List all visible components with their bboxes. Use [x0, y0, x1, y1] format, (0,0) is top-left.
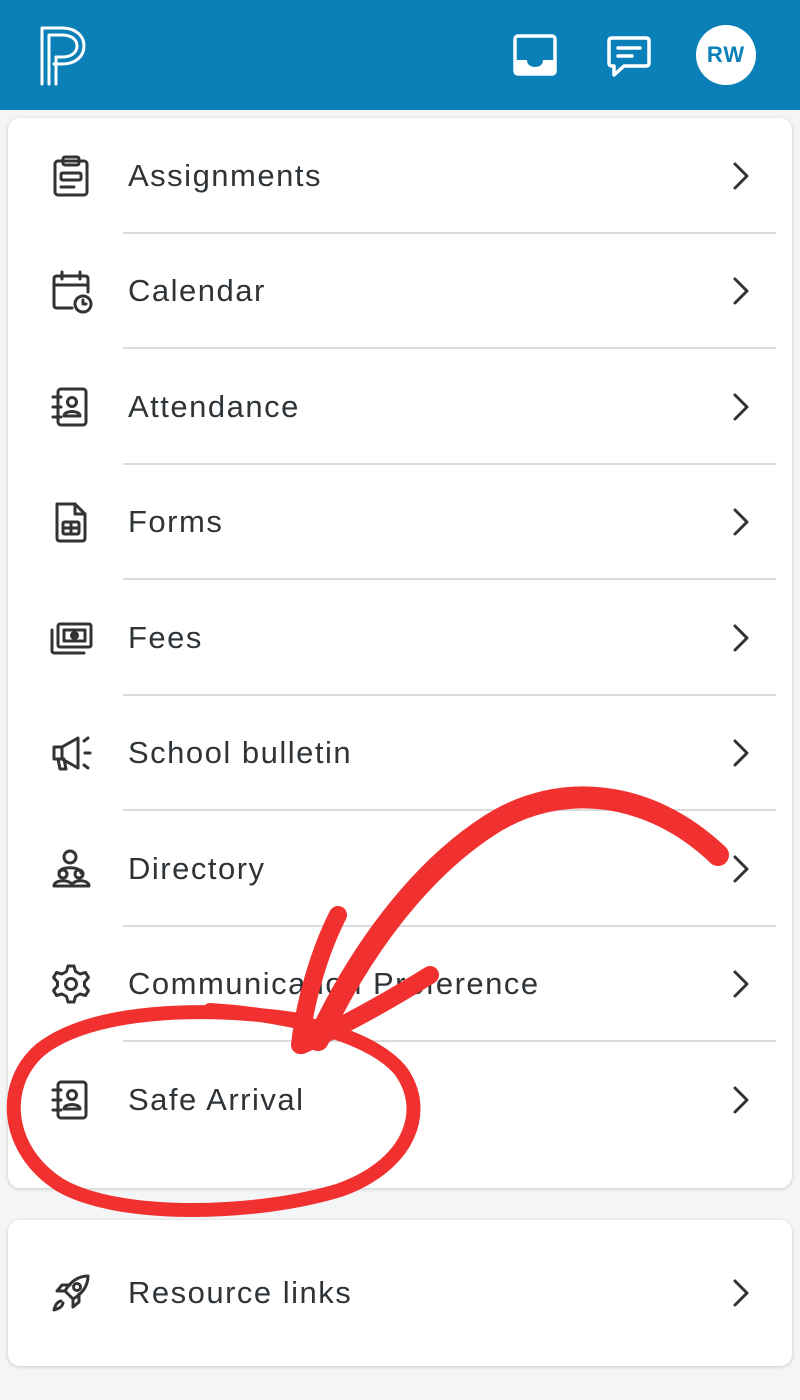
menu-item-attendance[interactable]: Attendance	[8, 349, 792, 465]
menu-item-label: Safe Arrival	[128, 1081, 305, 1117]
main-menu-card: Assignments Calendar Attendance Forms Fe…	[8, 118, 792, 1188]
app-header: RW	[0, 0, 800, 110]
menu-item-label: Fees	[128, 619, 203, 655]
menu-item-fees[interactable]: Fees	[8, 580, 792, 696]
menu-item-label: Calendar	[128, 273, 266, 309]
chevron-right-icon	[733, 393, 749, 421]
contact-book-icon	[51, 1080, 88, 1120]
megaphone-icon	[52, 736, 92, 771]
menu-item-assignments[interactable]: Assignments	[8, 118, 792, 234]
rocket-icon	[52, 1274, 90, 1312]
chevron-right-icon	[733, 1279, 749, 1307]
chevron-right-icon	[733, 855, 749, 883]
inbox-icon[interactable]	[510, 30, 560, 80]
menu-item-label: Resource links	[128, 1275, 353, 1310]
people-icon	[52, 849, 91, 888]
menu-item-label: Assignments	[128, 157, 322, 193]
document-grid-icon	[55, 502, 87, 543]
menu-item-communication-preference[interactable]: Communication Preference	[8, 927, 792, 1042]
menu-item-label: School bulletin	[128, 735, 353, 771]
money-icon	[50, 622, 93, 655]
user-avatar[interactable]: RW	[696, 25, 756, 85]
menu-item-label: Communication Preference	[128, 966, 540, 1002]
chevron-right-icon	[733, 277, 749, 305]
contact-book-icon	[51, 387, 88, 427]
clipboard-icon	[53, 155, 89, 197]
chat-icon[interactable]	[604, 30, 654, 80]
calendar-clock-icon	[52, 270, 93, 314]
chevron-right-icon	[733, 624, 749, 652]
menu-item-safe-arrival[interactable]: Safe Arrival	[8, 1042, 792, 1158]
chevron-right-icon	[733, 970, 749, 998]
chevron-right-icon	[733, 162, 749, 190]
chevron-right-icon	[733, 1086, 749, 1114]
menu-item-resource-links[interactable]: Resource links	[8, 1220, 792, 1366]
menu-item-forms[interactable]: Forms	[8, 465, 792, 580]
chevron-right-icon	[733, 508, 749, 536]
menu-item-school-bulletin[interactable]: School bulletin	[8, 696, 792, 811]
menu-item-directory[interactable]: Directory	[8, 811, 792, 927]
powerschool-logo[interactable]	[36, 22, 92, 88]
menu-item-label: Directory	[128, 850, 266, 886]
resources-card: Resource links	[8, 1220, 792, 1366]
chevron-right-icon	[733, 739, 749, 767]
menu-item-label: Forms	[128, 504, 224, 540]
menu-item-calendar[interactable]: Calendar	[8, 234, 792, 349]
menu-item-label: Attendance	[128, 388, 300, 424]
gear-icon	[52, 964, 90, 1004]
